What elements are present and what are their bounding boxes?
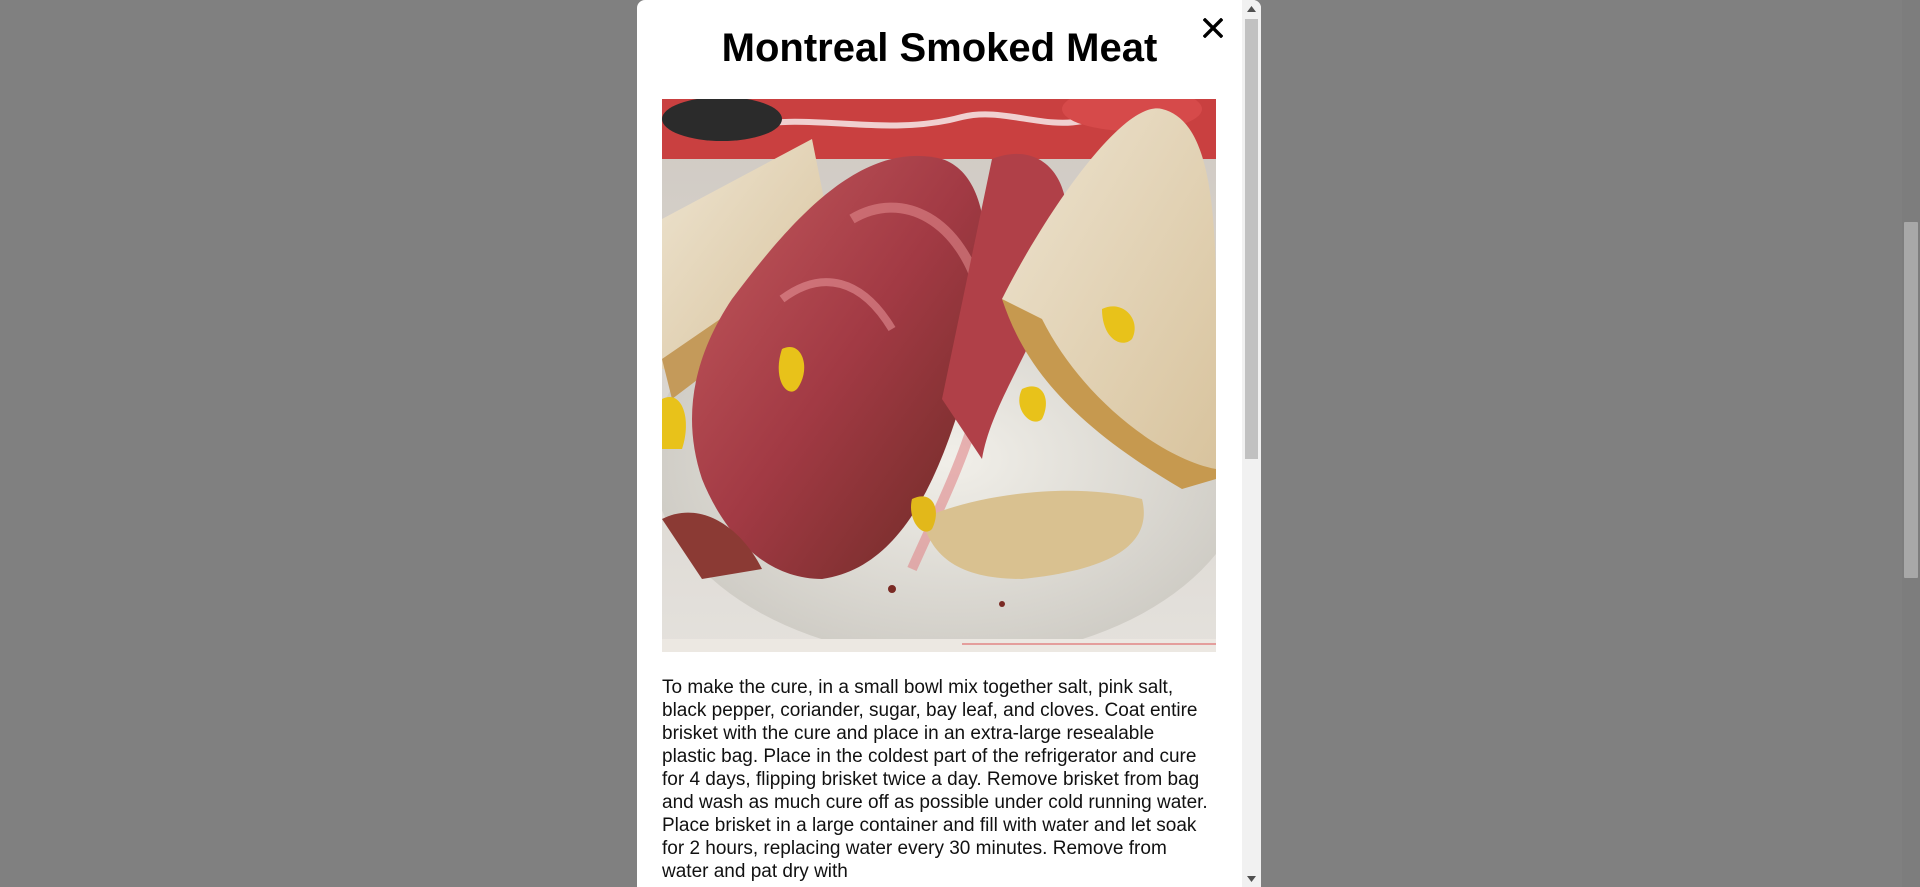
scroll-up-arrow-icon[interactable] xyxy=(1242,0,1261,17)
recipe-instructions: To make the cure, in a small bowl mix to… xyxy=(662,677,1208,882)
scroll-down-arrow-icon[interactable] xyxy=(1242,870,1261,887)
page-scrollbar[interactable] xyxy=(1902,0,1920,887)
close-button[interactable] xyxy=(1199,13,1227,43)
modal-scrollbar[interactable] xyxy=(1242,0,1261,887)
recipe-modal: Montreal Smoked Meat To make the cure, i… xyxy=(637,0,1261,887)
page-scrollbar-thumb[interactable] xyxy=(1904,222,1918,578)
close-icon xyxy=(1203,18,1223,38)
modal-scrollbar-thumb[interactable] xyxy=(1245,19,1258,459)
recipe-modal-content: Montreal Smoked Meat To make the cure, i… xyxy=(637,0,1242,887)
recipe-title: Montreal Smoked Meat xyxy=(721,26,1158,70)
recipe-image xyxy=(662,99,1216,652)
